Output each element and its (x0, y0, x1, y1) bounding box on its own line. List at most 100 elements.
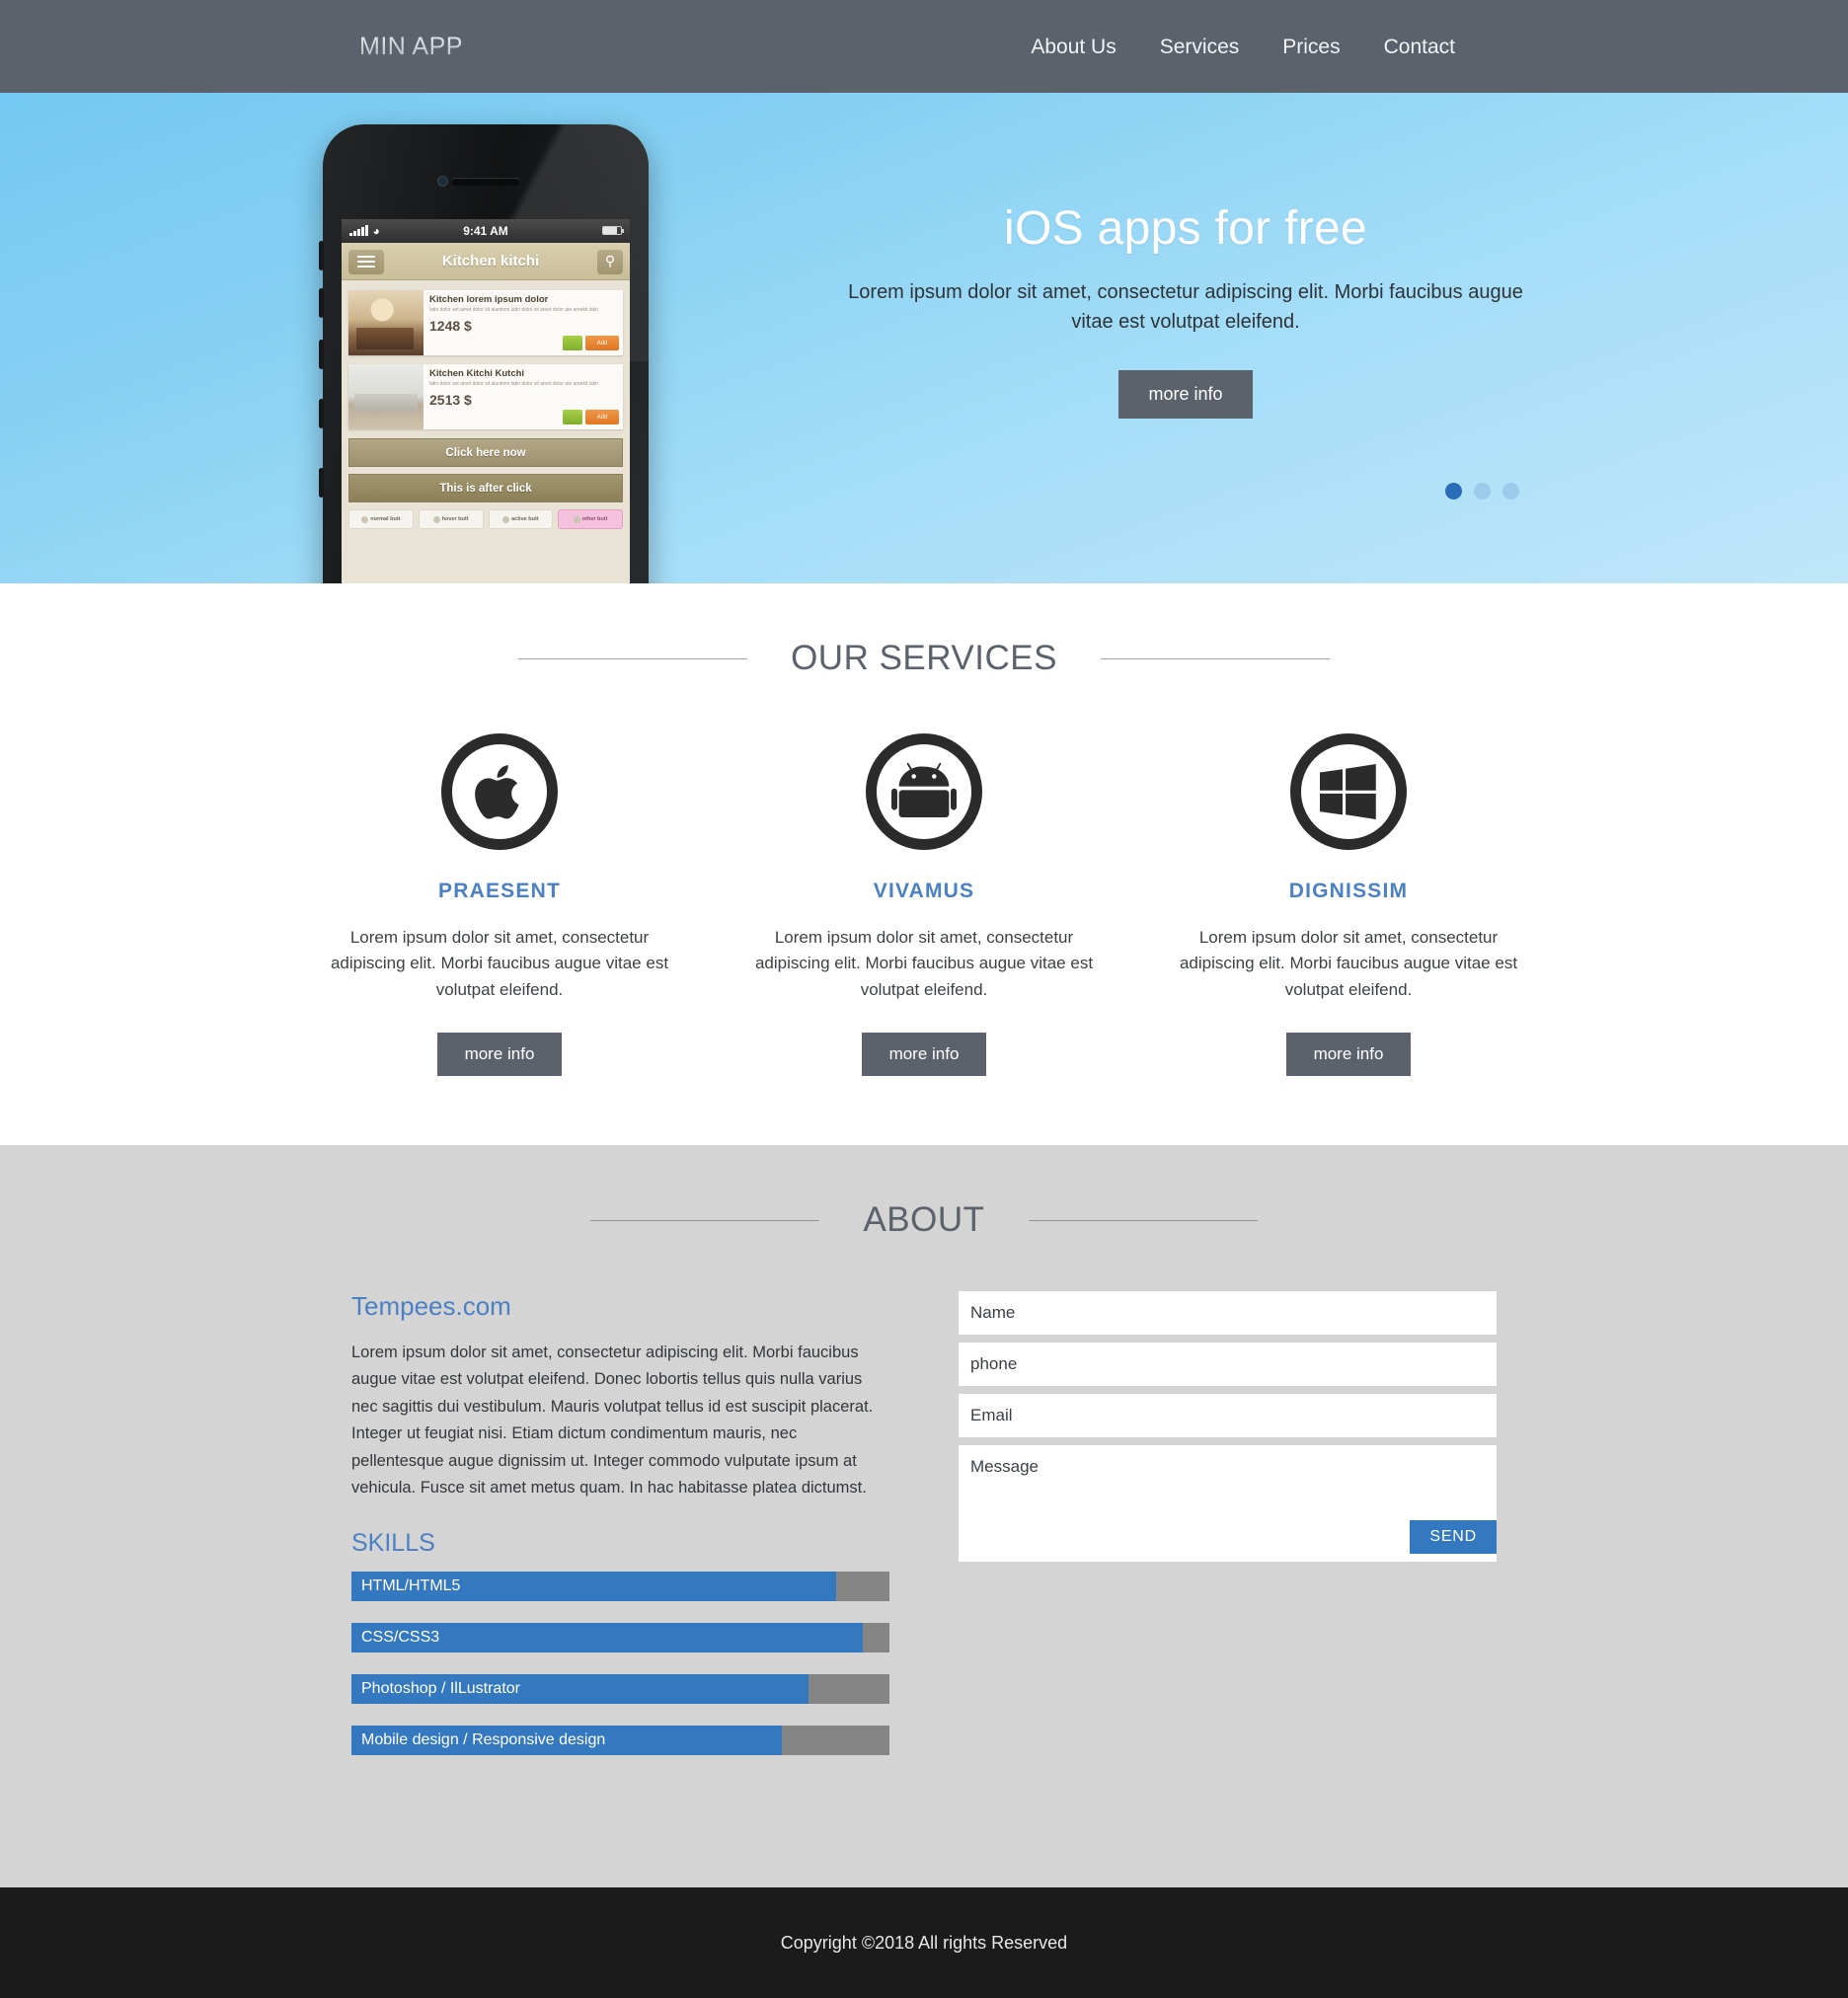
product-thumbnail (348, 364, 424, 429)
service-text: Lorem ipsum dolor sit amet, consectetur … (754, 928, 1094, 999)
skill-bar-fill: Photoshop / IlLustrator (351, 1674, 809, 1705)
windows-icon (1290, 733, 1407, 850)
cart-icon[interactable] (563, 336, 582, 350)
about-paragraph: Lorem ipsum dolor sit amet, consectetur … (351, 1344, 874, 1497)
about-heading-row: ABOUT (0, 1200, 1848, 1240)
phone-mini-button-hover[interactable]: hover butt (418, 509, 484, 529)
cart-icon[interactable] (563, 410, 582, 424)
phone-mini-button-active[interactable]: active butt (488, 509, 554, 529)
product-thumbnail (348, 290, 424, 355)
service-text: Lorem ipsum dolor sit amet, consectetur … (330, 928, 669, 999)
email-input[interactable] (959, 1394, 1497, 1438)
service-title: PRAESENT (438, 880, 561, 902)
search-icon[interactable]: ⚲ (597, 248, 623, 274)
service-more-info-button[interactable]: more info (1285, 1033, 1412, 1077)
skill-bar-css: CSS/CSS3 (351, 1623, 889, 1653)
main-navigation: About Us Services Prices Contact (1031, 36, 1455, 59)
phone-click-here-button[interactable]: Click here now (348, 438, 623, 467)
phone-mini-button-normal[interactable]: normal butt (348, 509, 414, 529)
skill-label: Photoshop / IlLustrator (361, 1680, 520, 1698)
skill-bar-fill: CSS/CSS3 (351, 1623, 863, 1653)
carousel-dot-1[interactable] (1445, 483, 1462, 500)
services-grid: PRAESENT Lorem ipsum dolor sit amet, con… (312, 733, 1536, 1077)
carousel-dots (1445, 483, 1519, 500)
carousel-dot-2[interactable] (1474, 483, 1491, 500)
contact-form: SEND (959, 1291, 1497, 1777)
hero-copy: iOS apps for free Lorem ipsum dolor sit … (840, 201, 1531, 419)
divider-line-left (518, 657, 748, 659)
service-title: DIGNISSIM (1288, 880, 1409, 902)
brand-logo[interactable]: MIN APP (359, 33, 463, 61)
services-heading-row: OUR SERVICES (0, 639, 1848, 678)
nav-link-contact[interactable]: Contact (1384, 36, 1455, 59)
service-more-info-button[interactable]: more info (436, 1033, 563, 1077)
skill-bar-fill: Mobile design / Responsive design (351, 1726, 782, 1756)
hero-subtitle: Lorem ipsum dolor sit amet, consectetur … (848, 281, 1523, 333)
hero-title: iOS apps for free (1004, 202, 1367, 255)
hero-carousel: ◕ 9:41 AM Kitchen kitchi ⚲ Kitchen lorem… (0, 93, 1848, 583)
skill-label: Mobile design / Responsive design (361, 1731, 606, 1749)
service-text: Lorem ipsum dolor sit amet, consectetur … (1179, 928, 1518, 999)
phone-app-body: Kitchen lorem ipsum dolor latin dolor se… (342, 280, 630, 583)
add-button[interactable]: Add (585, 336, 619, 350)
phone-status-bar: ◕ 9:41 AM (342, 219, 630, 243)
nav-link-services[interactable]: Services (1160, 36, 1240, 59)
phone-mini-button-other[interactable]: other butt (558, 509, 623, 529)
send-button[interactable]: SEND (1410, 1520, 1497, 1555)
about-left-column: Tempees.com Lorem ipsum dolor sit amet, … (351, 1291, 889, 1777)
skill-label: HTML/HTML5 (361, 1577, 461, 1595)
add-button[interactable]: Add (585, 410, 619, 424)
copyright-text: Copyright ©2018 All rights Reserved (780, 1932, 1068, 1953)
skill-bar-html: HTML/HTML5 (351, 1572, 889, 1602)
nav-link-about-us[interactable]: About Us (1031, 36, 1116, 59)
service-card-vivamus: VIVAMUS Lorem ipsum dolor sit amet, cons… (736, 733, 1112, 1077)
status-time: 9:41 AM (463, 224, 508, 238)
hamburger-icon[interactable] (348, 248, 384, 274)
site-header: MIN APP About Us Services Prices Contact (0, 0, 1848, 93)
about-section: ABOUT Tempees.com Lorem ipsum dolor sit … (0, 1145, 1848, 1888)
divider-line-right (1100, 657, 1330, 659)
mail-icon (502, 515, 510, 523)
android-icon (866, 733, 982, 850)
product-description: latin dolor set amet dolor sit alantinm … (429, 307, 598, 313)
carousel-dot-3[interactable] (1502, 483, 1519, 500)
trash-icon (432, 515, 440, 523)
nav-link-prices[interactable]: Prices (1282, 36, 1340, 59)
divider-line-right (1028, 1219, 1258, 1221)
about-grid: Tempees.com Lorem ipsum dolor sit amet, … (351, 1291, 1497, 1777)
message-area-wrap: SEND (959, 1445, 1497, 1563)
phone-input[interactable] (959, 1343, 1497, 1387)
product-price: 2513 $ (429, 391, 472, 408)
apple-icon (441, 733, 558, 850)
hero-more-info-button[interactable]: more info (1118, 370, 1253, 419)
product-description: latin dolor set amet dolor sit alantinm … (429, 381, 598, 387)
divider-line-left (590, 1219, 820, 1221)
phone-mini-button-row: normal butt hover butt active butt other… (348, 509, 623, 529)
battery-icon (602, 226, 624, 235)
phone-speaker-icon (451, 178, 520, 186)
name-input[interactable] (959, 1291, 1497, 1336)
service-more-info-button[interactable]: more info (861, 1033, 987, 1077)
skill-bar-fill: HTML/HTML5 (351, 1572, 836, 1602)
phone-app-bar: Kitchen kitchi ⚲ (342, 243, 630, 280)
phone-after-click-button[interactable]: This is after click (348, 474, 623, 502)
product-title: Kitchen lorem ipsum dolor (429, 294, 549, 305)
about-company-name[interactable]: Tempees.com (351, 1291, 889, 1322)
skill-label: CSS/CSS3 (361, 1629, 440, 1647)
phone-product-card[interactable]: Kitchen lorem ipsum dolor latin dolor se… (348, 290, 623, 355)
info-icon (361, 515, 369, 523)
about-heading: ABOUT (863, 1200, 985, 1240)
phone-mockup: ◕ 9:41 AM Kitchen kitchi ⚲ Kitchen lorem… (319, 124, 649, 583)
skills-heading: SKILLS (351, 1529, 435, 1558)
phone-screen: ◕ 9:41 AM Kitchen kitchi ⚲ Kitchen lorem… (342, 219, 630, 583)
product-title: Kitchen Kitchi Kutchi (429, 368, 525, 379)
service-card-praesent: PRAESENT Lorem ipsum dolor sit amet, con… (312, 733, 687, 1077)
services-heading: OUR SERVICES (791, 639, 1057, 677)
product-price: 1248 $ (429, 317, 472, 334)
phone-product-card[interactable]: Kitchen Kitchi Kutchi latin dolor set am… (348, 364, 623, 429)
service-title: VIVAMUS (873, 880, 975, 902)
tag-icon (573, 515, 580, 523)
service-card-dignissim: DIGNISSIM Lorem ipsum dolor sit amet, co… (1161, 733, 1536, 1077)
services-section: OUR SERVICES PRAESENT Lorem ipsum dolor … (0, 583, 1848, 1146)
site-footer: Copyright ©2018 All rights Reserved (0, 1887, 1848, 1998)
